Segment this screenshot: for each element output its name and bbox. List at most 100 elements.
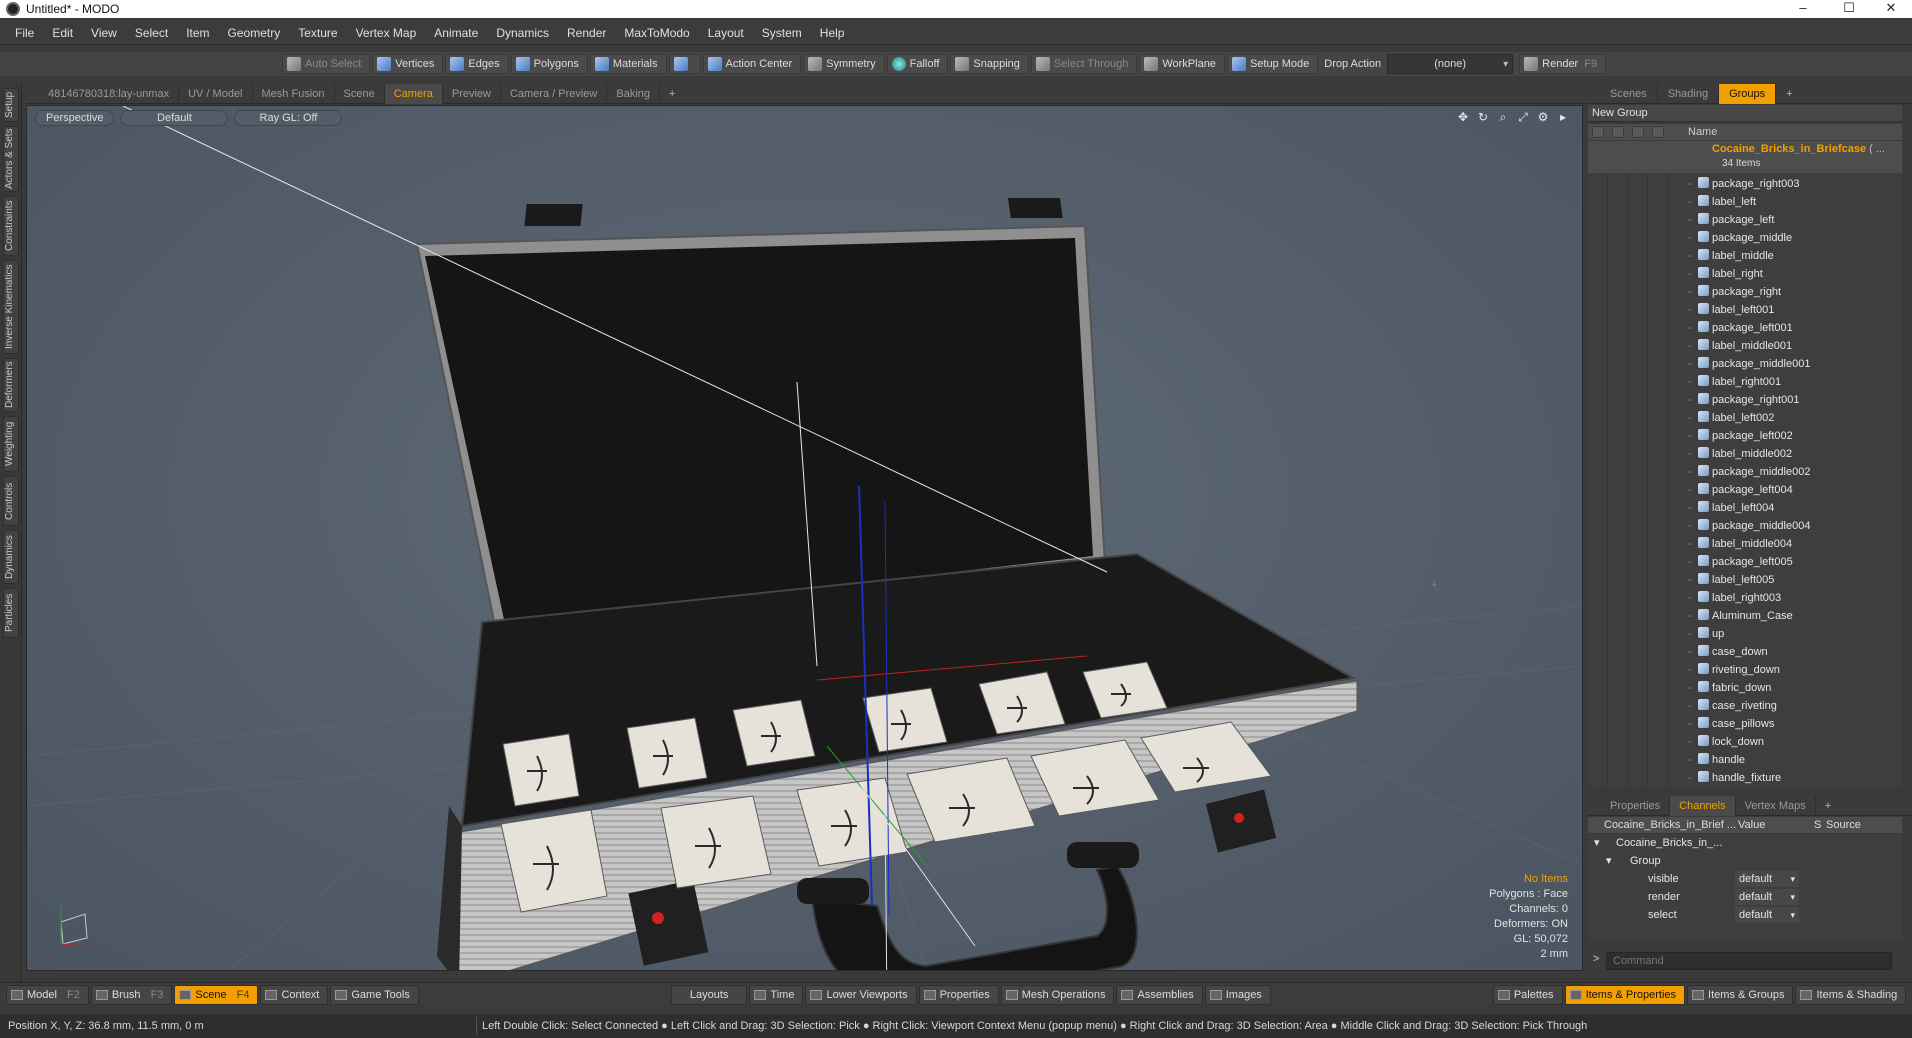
select-value-select[interactable]: default [1735, 907, 1799, 923]
list-item[interactable]: - label_left001 [1688, 301, 1902, 319]
list-item[interactable]: - package_right003 [1688, 175, 1902, 193]
items-shading-button[interactable]: Items & Shading [1795, 984, 1907, 1005]
minimize-button[interactable]: – [1780, 0, 1826, 18]
images-button[interactable]: Images [1204, 984, 1271, 1005]
shading-menu[interactable]: Default [120, 110, 229, 126]
channel-visible-row[interactable]: visible default [1588, 870, 1902, 888]
list-item[interactable]: - label_right001 [1688, 373, 1902, 391]
tab-camera[interactable]: Camera [384, 83, 443, 104]
list-item[interactable]: - label_middle004 [1688, 535, 1902, 553]
view-type-menu[interactable]: Perspective [35, 110, 115, 126]
list-item[interactable]: - label_right003 [1688, 589, 1902, 607]
edges-button[interactable]: Edges [445, 54, 509, 74]
add-channels-tab-button[interactable]: + [1816, 796, 1840, 816]
expand-arrow-icon[interactable]: ▸ [1556, 110, 1570, 124]
list-item[interactable]: - label_middle [1688, 247, 1902, 265]
items-properties-button[interactable]: Items & Properties [1564, 984, 1686, 1005]
menu-item[interactable]: Item [177, 21, 218, 45]
menu-vertex-map[interactable]: Vertex Map [347, 21, 426, 45]
visible-value-select[interactable]: default [1735, 871, 1799, 887]
vtab-particles[interactable]: Particles [3, 588, 19, 638]
tab-layout-unmax[interactable]: 48146780318:lay-unmax [26, 83, 180, 104]
menu-geometry[interactable]: Geometry [219, 21, 290, 45]
items-groups-button[interactable]: Items & Groups [1687, 984, 1794, 1005]
properties-button[interactable]: Properties [918, 984, 999, 1005]
palettes-button[interactable]: Palettes [1492, 984, 1563, 1005]
layout-game-tools-button[interactable]: Game Tools [330, 984, 419, 1005]
render-toggle-icon[interactable] [1612, 126, 1624, 138]
tab-camera-preview[interactable]: Camera / Preview [501, 83, 608, 104]
drop-action-select[interactable]: (none) [1387, 54, 1514, 74]
tab-groups[interactable]: Groups [1719, 83, 1777, 104]
list-item[interactable]: - label_left [1688, 193, 1902, 211]
vertices-button[interactable]: Vertices [372, 54, 444, 74]
polygons-button[interactable]: Polygons [510, 54, 588, 74]
list-item[interactable]: - case_riveting [1688, 697, 1902, 715]
list-item[interactable]: - package_middle001 [1688, 355, 1902, 373]
tab-properties[interactable]: Properties [1588, 795, 1671, 816]
zoom-icon[interactable]: ⌕ [1496, 110, 1510, 124]
list-item[interactable]: - package_left [1688, 211, 1902, 229]
channel-group-row[interactable]: ▾ Group [1588, 852, 1902, 870]
tab-baking[interactable]: Baking [607, 83, 661, 104]
channel-root-row[interactable]: ▾ Cocaine_Bricks_in_... [1588, 834, 1902, 852]
fit-icon[interactable]: ⤢ [1516, 110, 1530, 124]
menu-layout[interactable]: Layout [699, 21, 753, 45]
list-item[interactable]: - label_middle002 [1688, 445, 1902, 463]
symmetry-button[interactable]: Symmetry [803, 54, 885, 74]
list-item[interactable]: - label_left005 [1688, 571, 1902, 589]
assemblies-button[interactable]: Assemblies [1116, 984, 1203, 1005]
layouts-button[interactable]: Layouts [670, 984, 748, 1005]
close-button[interactable]: ✕ [1868, 0, 1912, 18]
tab-scene[interactable]: Scene [335, 83, 385, 104]
vtab-setup[interactable]: Setup [3, 88, 19, 122]
list-item[interactable]: - package_middle [1688, 229, 1902, 247]
vtab-dynamics[interactable]: Dynamics [3, 530, 19, 584]
eye-visibility-icon[interactable] [1592, 126, 1604, 138]
pan-icon[interactable]: ✥ [1456, 110, 1470, 124]
new-group-button[interactable]: New Group [1588, 105, 1902, 122]
list-item[interactable]: - up [1688, 625, 1902, 643]
settings-gear-icon[interactable]: ⚙ [1536, 110, 1550, 124]
menu-system[interactable]: System [753, 21, 811, 45]
menu-texture[interactable]: Texture [289, 21, 346, 45]
layout-model-button[interactable]: Model F2 [6, 984, 89, 1005]
action-center-button[interactable]: Action Center [702, 54, 802, 74]
list-item[interactable]: - handle [1688, 751, 1902, 769]
snapping-button[interactable]: Snapping [950, 54, 1029, 74]
lower-viewports-button[interactable]: Lower Viewports [805, 984, 917, 1005]
list-item[interactable]: - fabric_down [1688, 679, 1902, 697]
list-item[interactable]: - label_right [1688, 265, 1902, 283]
list-item[interactable]: - case_down [1688, 643, 1902, 661]
add-panel-tab-button[interactable]: + [1776, 84, 1802, 104]
vtab-actors-sets[interactable]: Actors & Sets [3, 126, 19, 192]
vtab-weighting[interactable]: Weighting [3, 416, 19, 472]
rotate-icon[interactable]: ↻ [1476, 110, 1490, 124]
workplane-button[interactable]: WorkPlane [1139, 54, 1225, 74]
menu-edit[interactable]: Edit [43, 21, 82, 45]
tab-uv-model[interactable]: UV / Model [179, 83, 253, 104]
tab-channels[interactable]: Channels [1670, 795, 1736, 816]
tab-vertex-maps[interactable]: Vertex Maps [1736, 795, 1816, 816]
select-component-button[interactable] [668, 54, 701, 74]
menu-dynamics[interactable]: Dynamics [487, 21, 558, 45]
channel-select-row[interactable]: select default [1588, 906, 1902, 924]
tab-preview[interactable]: Preview [443, 83, 501, 104]
tab-mesh-fusion[interactable]: Mesh Fusion [253, 83, 335, 104]
list-item[interactable]: - package_middle002 [1688, 463, 1902, 481]
menu-animate[interactable]: Animate [425, 21, 487, 45]
render-button[interactable]: Render F9 [1519, 54, 1607, 74]
list-item[interactable]: - lock_down [1688, 733, 1902, 751]
time-button[interactable]: Time [749, 984, 804, 1005]
menu-maxtomodo[interactable]: MaxToModo [615, 21, 698, 45]
mesh-operations-button[interactable]: Mesh Operations [1000, 984, 1115, 1005]
3d-viewport[interactable]: Perspective Default Ray GL: Off ✥ ↻ ⌕ ⤢ … [26, 105, 1583, 971]
maximize-button[interactable]: ☐ [1826, 0, 1872, 18]
list-item[interactable]: - case_pillows [1688, 715, 1902, 733]
select-through-button[interactable]: Select Through [1030, 54, 1138, 74]
auto-select-button[interactable]: Auto Select [282, 54, 371, 74]
menu-view[interactable]: View [82, 21, 126, 45]
command-input[interactable] [1606, 952, 1892, 970]
layout-scene-button[interactable]: Scene F4 [174, 984, 259, 1005]
setup-mode-button[interactable]: Setup Mode [1226, 54, 1319, 74]
